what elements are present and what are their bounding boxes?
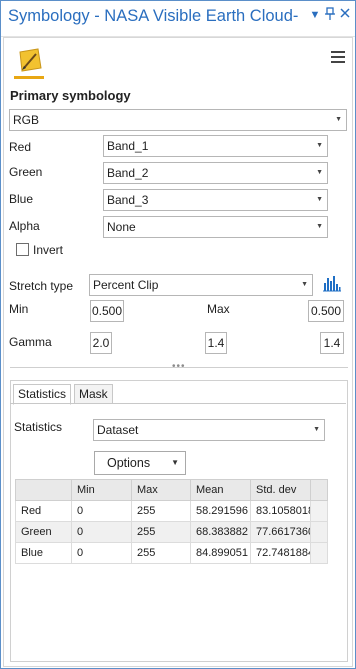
max-label: Max [207, 302, 230, 316]
options-button-label: Options [107, 456, 151, 470]
column-header[interactable]: Max [131, 479, 191, 501]
table-cell-pad [310, 521, 328, 543]
gamma-green-input[interactable]: 1.4 [205, 332, 227, 354]
column-header[interactable]: Mean [190, 479, 251, 501]
pin-icon[interactable] [322, 7, 338, 23]
table-cell: 72.7481884 [250, 542, 311, 564]
alpha-label: Alpha [9, 219, 40, 233]
splitter-grip-icon[interactable]: ••• [172, 362, 186, 372]
table-row: Red 0 255 58.291596 83.1058018 [15, 500, 328, 522]
title-bar: Symbology - NASA Visible Earth Cloud-...… [1, 1, 355, 37]
statistics-table: Min Max Mean Std. dev Red 0 255 58.29159… [15, 479, 328, 564]
blue-band-select[interactable]: Band_3 ▼ [103, 189, 328, 211]
primary-symbology-heading: Primary symbology [10, 88, 131, 103]
statistics-label: Statistics [14, 420, 63, 434]
stretch-type-label: Stretch type [9, 279, 74, 293]
tab-mask[interactable]: Mask [74, 384, 113, 404]
stretch-type-value: Percent Clip [93, 278, 159, 292]
active-tab-indicator [14, 76, 44, 79]
green-band-value: Band_2 [107, 166, 149, 180]
red-label: Red [9, 140, 32, 154]
renderer-select-value: RGB [13, 113, 40, 127]
pane-title: Symbology - NASA Visible Earth Cloud-... [8, 7, 298, 25]
symbology-pane: Symbology - NASA Visible Earth Cloud-...… [0, 0, 356, 669]
column-header-pad [310, 479, 328, 501]
blue-band-value: Band_3 [107, 193, 149, 207]
dropdown-arrow-icon[interactable]: ▼ [307, 7, 323, 23]
table-cell: 0 [71, 521, 132, 543]
table-cell: 58.291596 [190, 500, 251, 522]
histogram-icon[interactable] [322, 274, 342, 292]
chevron-down-icon: ▼ [316, 223, 323, 230]
options-button[interactable]: Options ▼ [94, 451, 186, 475]
statistics-source-value: Dataset [97, 423, 139, 437]
blue-label: Blue [9, 192, 34, 206]
table-cell: 255 [131, 542, 191, 564]
table-cell: 83.1058018 [250, 500, 311, 522]
table-cell-pad [310, 542, 328, 564]
table-cell: 0 [71, 500, 132, 522]
statistics-source-select[interactable]: Dataset ▼ [93, 419, 325, 441]
red-band-value: Band_1 [107, 139, 149, 153]
hamburger-menu-icon[interactable] [331, 51, 345, 63]
red-band-select[interactable]: Band_1 ▼ [103, 135, 328, 157]
min-label: Min [9, 302, 29, 316]
gamma-blue-input[interactable]: 1.4 [320, 332, 344, 354]
table-cell: Green [15, 521, 72, 543]
table-cell: Red [15, 500, 72, 522]
max-input[interactable]: 0.500 [308, 300, 344, 322]
primary-symbology-icon[interactable] [16, 46, 44, 74]
chevron-down-icon: ▼ [335, 116, 342, 123]
tab-divider [10, 403, 346, 404]
chevron-down-icon: ▼ [316, 142, 323, 149]
stretch-type-select[interactable]: Percent Clip ▼ [89, 274, 313, 296]
chevron-down-icon: ▼ [316, 169, 323, 176]
alpha-band-value: None [107, 220, 136, 234]
min-input[interactable]: 0.500 [90, 300, 124, 322]
symbology-panel: Primary symbology RGB ▼ Red Band_1 ▼ Gre… [3, 37, 353, 667]
table-cell: 255 [131, 500, 191, 522]
table-cell: 84.899051 [190, 542, 251, 564]
column-header [15, 479, 72, 501]
chevron-down-icon: ▼ [316, 196, 323, 203]
table-cell: 255 [131, 521, 191, 543]
gamma-red-input[interactable]: 2.0 [90, 332, 112, 354]
close-icon[interactable] [337, 7, 353, 23]
table-cell: 0 [71, 542, 132, 564]
chevron-down-icon: ▼ [313, 426, 320, 433]
invert-checkbox[interactable] [16, 243, 29, 256]
invert-label: Invert [33, 243, 64, 257]
table-cell-pad [310, 500, 328, 522]
tab-statistics[interactable]: Statistics [13, 384, 72, 405]
table-cell: 68.383882 [190, 521, 251, 543]
column-header[interactable]: Std. dev [250, 479, 311, 501]
green-label: Green [9, 165, 43, 179]
renderer-select[interactable]: RGB ▼ [9, 109, 347, 131]
chevron-down-icon: ▼ [301, 281, 308, 288]
green-band-select[interactable]: Band_2 ▼ [103, 162, 328, 184]
table-row: Green 0 255 68.383882 77.6617360 [15, 521, 328, 543]
table-cell: 77.6617360 [250, 521, 311, 543]
alpha-band-select[interactable]: None ▼ [103, 216, 328, 238]
table-row: Blue 0 255 84.899051 72.7481884 [15, 542, 328, 564]
gamma-label: Gamma [9, 335, 52, 349]
table-cell: Blue [15, 542, 72, 564]
table-header-row: Min Max Mean Std. dev [15, 479, 328, 501]
chevron-down-icon: ▼ [171, 458, 179, 467]
column-header[interactable]: Min [71, 479, 132, 501]
